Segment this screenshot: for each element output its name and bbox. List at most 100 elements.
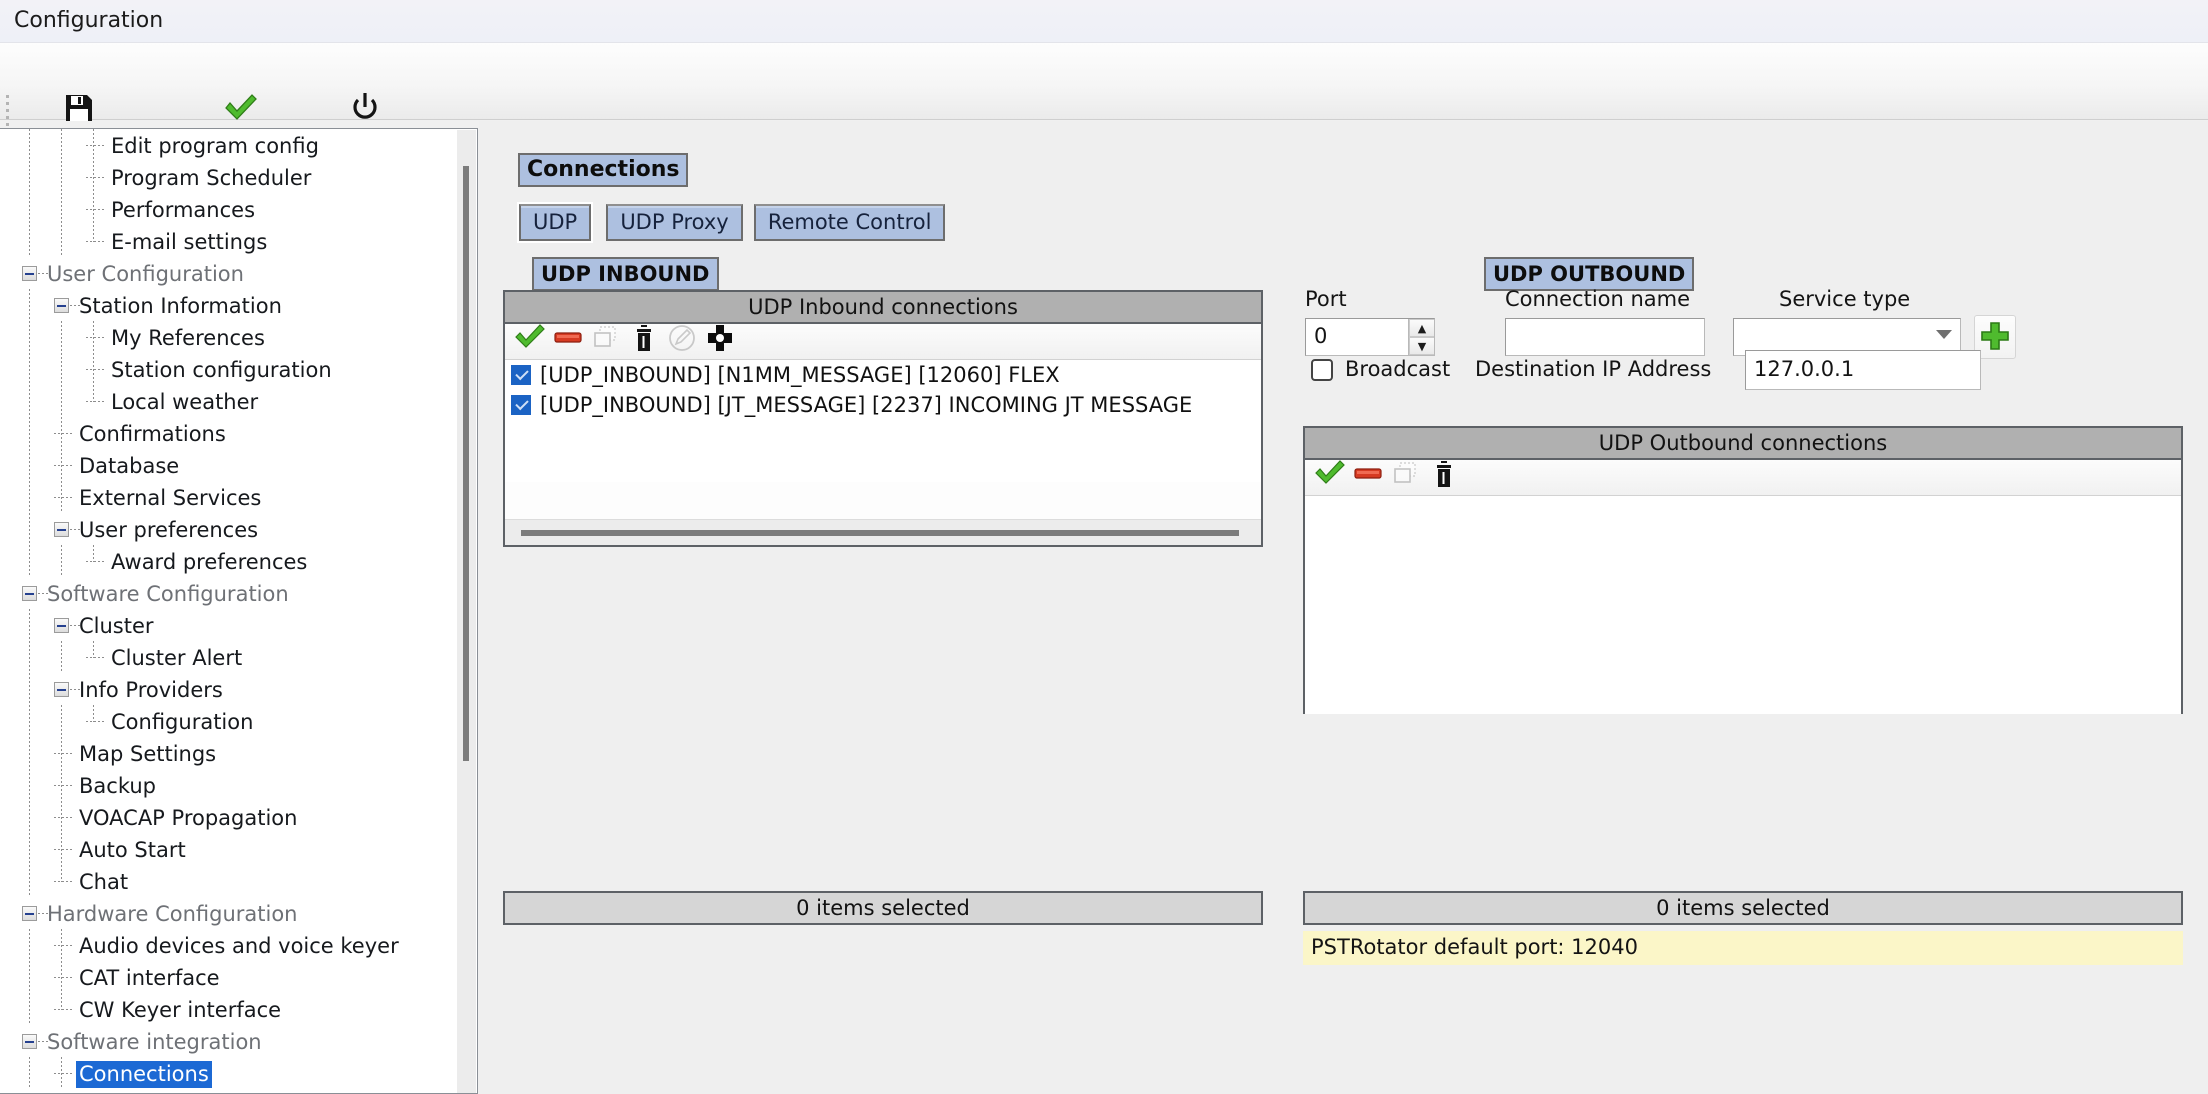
row-checkbox[interactable]	[511, 395, 531, 415]
sidebar-item-configuration[interactable]: Configuration	[0, 705, 458, 737]
row-checkbox[interactable]	[511, 365, 531, 385]
tree-connector	[54, 433, 72, 434]
sidebar-item-external-services[interactable]: External Services	[0, 481, 458, 513]
sidebar-item-label: Info Providers	[79, 677, 223, 702]
sidebar-item-cluster[interactable]: Cluster	[0, 609, 458, 641]
sidebar-item-backup[interactable]: Backup	[0, 769, 458, 801]
tree-connector	[70, 529, 80, 530]
sidebar-item-cluster-alert[interactable]: Cluster Alert	[0, 641, 458, 673]
tree-guide-line	[93, 545, 94, 562]
destination-ip-input[interactable]: 127.0.0.1	[1745, 350, 1981, 390]
sidebar-item-label: Performances	[111, 197, 256, 222]
sidebar-item-label: User preferences	[79, 517, 259, 542]
delete-icon[interactable]	[1425, 460, 1463, 494]
sidebar-item-user-configuration[interactable]: User Configuration	[0, 257, 458, 289]
sidebar-item-station-information[interactable]: Station Information	[0, 289, 458, 321]
tab-udp-proxy[interactable]: UDP Proxy	[606, 204, 743, 241]
sidebar-item-auto-start[interactable]: Auto Start	[0, 833, 458, 865]
disable-icon[interactable]	[549, 324, 587, 358]
delete-icon[interactable]	[625, 324, 663, 358]
tree-guide-line	[29, 961, 30, 993]
destination-ip-label: Destination IP Address	[1475, 357, 1712, 381]
tree-connector	[86, 177, 104, 178]
tab-remote-control[interactable]: Remote Control	[753, 204, 946, 241]
tree-connector	[54, 1073, 72, 1074]
broadcast-checkbox[interactable]	[1311, 359, 1333, 381]
tree-guide-line	[61, 193, 62, 225]
connection-name-input[interactable]	[1505, 318, 1705, 356]
sidebar-item-database[interactable]: Database	[0, 449, 458, 481]
sidebar-item-cat-interface[interactable]: CAT interface	[0, 961, 458, 993]
window-title: Configuration	[14, 8, 164, 33]
disable-icon[interactable]	[1349, 460, 1387, 494]
tree-connector	[54, 785, 72, 786]
tree-connector	[86, 337, 104, 338]
sidebar-item-cw-keyer-interface[interactable]: CW Keyer interface	[0, 993, 458, 1025]
tree-vertical-scrollbar[interactable]	[457, 130, 476, 1093]
enable-icon[interactable]	[511, 324, 549, 358]
sidebar-item-station-configuration[interactable]: Station configuration	[0, 353, 458, 385]
tree-guide-line	[29, 321, 30, 353]
add-icon[interactable]	[701, 324, 739, 358]
sidebar-item-edit-program-config[interactable]: Edit program config	[0, 129, 458, 161]
tree-guide-line	[29, 449, 30, 481]
sidebar-item-program-scheduler[interactable]: Program Scheduler	[0, 161, 458, 193]
tree-collapse-icon[interactable]	[54, 618, 69, 633]
udp-outbound-list-title: UDP Outbound connections	[1305, 428, 2181, 460]
sidebar-item-map-settings[interactable]: Map Settings	[0, 737, 458, 769]
tree-collapse-icon[interactable]	[54, 682, 69, 697]
tab-udp[interactable]: UDP	[516, 202, 594, 243]
sidebar-item-confirmations[interactable]: Confirmations	[0, 417, 458, 449]
tree-connector	[70, 305, 80, 306]
tree-connector	[70, 689, 80, 690]
port-stepper[interactable]: ▲ ▼	[1408, 319, 1434, 355]
sidebar-item-label: Backup	[79, 773, 156, 798]
tree-guide-line	[29, 353, 30, 385]
tree-guide-line	[29, 769, 30, 801]
sidebar-item-software-configuration[interactable]: Software Configuration	[0, 577, 458, 609]
sidebar-item-hardware-configuration[interactable]: Hardware Configuration	[0, 897, 458, 929]
udp-inbound-scrollbar-thumb[interactable]	[521, 530, 1239, 536]
tree-collapse-icon[interactable]	[54, 298, 69, 313]
tree-guide-line	[61, 417, 62, 449]
tree-collapse-icon[interactable]	[54, 522, 69, 537]
sidebar-item-award-preferences[interactable]: Award preferences	[0, 545, 458, 577]
sidebar-item-my-references[interactable]: My References	[0, 321, 458, 353]
sidebar-item-performances[interactable]: Performances	[0, 193, 458, 225]
tree-collapse-icon[interactable]	[22, 906, 37, 921]
tree-guide-line	[29, 673, 30, 705]
tree-collapse-icon[interactable]	[22, 266, 37, 281]
tree-scrollbar-thumb[interactable]	[463, 166, 469, 761]
port-input[interactable]: 0 ▲ ▼	[1305, 318, 1435, 356]
port-increment-button[interactable]: ▲	[1409, 319, 1434, 337]
configuration-tree: Edit program config Program Scheduler Perf…	[0, 129, 458, 1093]
sidebar-item-connections[interactable]: Connections	[0, 1057, 458, 1089]
sidebar-item-info-providers[interactable]: Info Providers	[0, 673, 458, 705]
udp-outbound-list-panel: UDP Outbound connections	[1303, 426, 2183, 714]
udp-inbound-list[interactable]: [UDP_INBOUND] [N1MM_MESSAGE] [12060] FLE…	[505, 360, 1261, 482]
tree-collapse-icon[interactable]	[22, 1034, 37, 1049]
tree-guide-line	[93, 161, 94, 193]
enable-icon[interactable]	[1311, 460, 1349, 494]
edit-icon	[663, 324, 701, 358]
configuration-tree-panel[interactable]: Edit program config Program Scheduler Perf…	[0, 128, 478, 1094]
tree-connector	[86, 145, 104, 146]
udp-inbound-horizontal-scrollbar[interactable]	[505, 519, 1261, 545]
sidebar-item-user-preferences[interactable]: User preferences	[0, 513, 458, 545]
tree-guide-line	[29, 641, 30, 673]
port-decrement-button[interactable]: ▼	[1409, 337, 1434, 355]
sidebar-item-chat[interactable]: Chat	[0, 865, 458, 897]
tree-guide-line	[61, 129, 62, 161]
list-item[interactable]: [UDP_INBOUND] [JT_MESSAGE] [2237] INCOMI…	[505, 390, 1261, 420]
sidebar-item-audio-devices-and-voice-keyer[interactable]: Audio devices and voice keyer	[0, 929, 458, 961]
tree-collapse-icon[interactable]	[22, 586, 37, 601]
sidebar-item-software-integration[interactable]: Software integration	[0, 1025, 458, 1057]
tree-guide-line	[61, 481, 62, 513]
list-item[interactable]: [UDP_INBOUND] [N1MM_MESSAGE] [12060] FLE…	[505, 360, 1261, 390]
sidebar-item-voacap-propagation[interactable]: VOACAP Propagation	[0, 801, 458, 833]
udp-outbound-list[interactable]	[1305, 496, 2181, 714]
service-type-label: Service type	[1779, 287, 1911, 311]
tree-connector	[54, 849, 72, 850]
sidebar-item-local-weather[interactable]: Local weather	[0, 385, 458, 417]
sidebar-item-e-mail-settings[interactable]: E-mail settings	[0, 225, 458, 257]
